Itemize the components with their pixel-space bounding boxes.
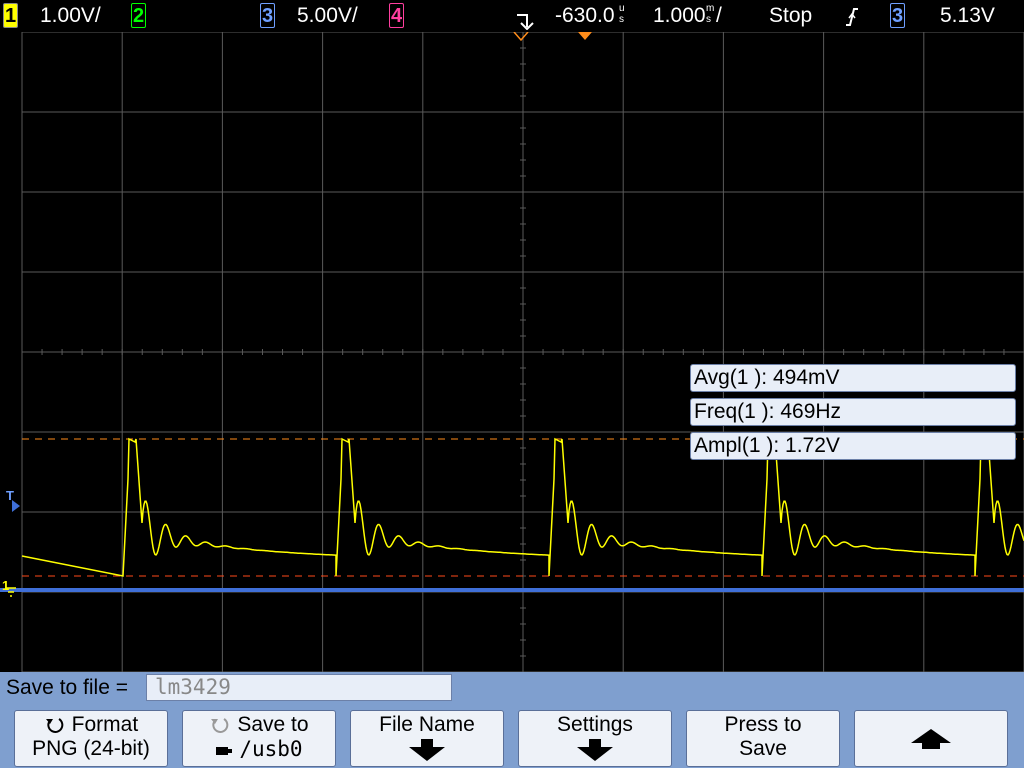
file-name-softkey[interactable]: File Name xyxy=(350,710,504,767)
measurement-freq[interactable]: Freq(1 ): 469Hz xyxy=(690,398,1016,426)
settings-label: Settings xyxy=(557,713,633,736)
save-to-softkey[interactable]: Save to /usb0 xyxy=(182,710,336,767)
rising-edge-icon xyxy=(846,8,858,26)
channel-3-scale: 5.00V/ xyxy=(297,4,358,27)
channel-1-badge[interactable]: 1 xyxy=(3,3,18,28)
save-label: Save xyxy=(739,737,787,760)
waveform-graticule xyxy=(0,32,1024,672)
settings-softkey[interactable]: Settings xyxy=(518,710,672,767)
trigger-position-marker xyxy=(513,32,529,42)
save-to-label: Save to xyxy=(237,713,309,736)
time-delay: -630.0 xyxy=(555,4,615,27)
channel-4-badge[interactable]: 4 xyxy=(389,3,404,28)
arrow-down-icon xyxy=(409,739,445,761)
measurement-ampl[interactable]: Ampl(1 ): 1.72V xyxy=(690,432,1016,460)
format-value: PNG (24-bit) xyxy=(32,737,150,760)
cycle-icon xyxy=(45,718,64,733)
channel-1-scale: 1.00V/ xyxy=(40,4,101,27)
file-name-label: File Name xyxy=(379,713,475,736)
trigger-source-badge[interactable]: 3 xyxy=(890,3,905,28)
arrow-up-icon xyxy=(911,729,951,749)
press-to-label: Press to xyxy=(724,713,802,736)
run-state[interactable]: Stop xyxy=(769,3,812,29)
channel-3-badge[interactable]: 3 xyxy=(260,3,275,28)
back-softkey[interactable] xyxy=(854,710,1008,767)
arrow-down-icon xyxy=(577,739,613,761)
format-label: Format xyxy=(71,713,139,736)
save-to-value: /usb0 xyxy=(239,737,303,761)
usb-drive-icon xyxy=(216,747,233,755)
channel-1-ground-label: 1 xyxy=(2,578,10,593)
delay-unit: us xyxy=(619,3,625,25)
waveform-display[interactable]: T 1 Avg(1 ): 494mV Freq(1 ): 469Hz Ampl(… xyxy=(0,32,1024,672)
delay-icon xyxy=(517,14,534,30)
save-to-file-label: Save to file = xyxy=(6,676,128,699)
press-to-save-softkey[interactable]: Press to Save xyxy=(686,710,840,767)
format-softkey[interactable]: Format PNG (24-bit) xyxy=(14,710,168,767)
scale-unit: ms xyxy=(706,3,715,25)
time-scale: 1.000 xyxy=(653,4,706,27)
trigger-level: 5.13V xyxy=(940,4,995,27)
save-panel: Save to file = lm3429 Format PNG (24-bit… xyxy=(0,672,1024,768)
measurement-avg[interactable]: Avg(1 ): 494mV xyxy=(690,364,1016,392)
trigger-marker: T xyxy=(6,488,14,503)
filename-input[interactable]: lm3429 xyxy=(146,674,452,701)
scale-suffix: / xyxy=(716,4,722,27)
status-bar: 1 1.00V/ 2 3 5.00V/ 4 -630.0 us 1.000 ms… xyxy=(0,0,1024,32)
cycle-icon xyxy=(211,718,229,733)
channel-2-badge[interactable]: 2 xyxy=(131,3,146,28)
time-reference-marker xyxy=(578,32,592,40)
